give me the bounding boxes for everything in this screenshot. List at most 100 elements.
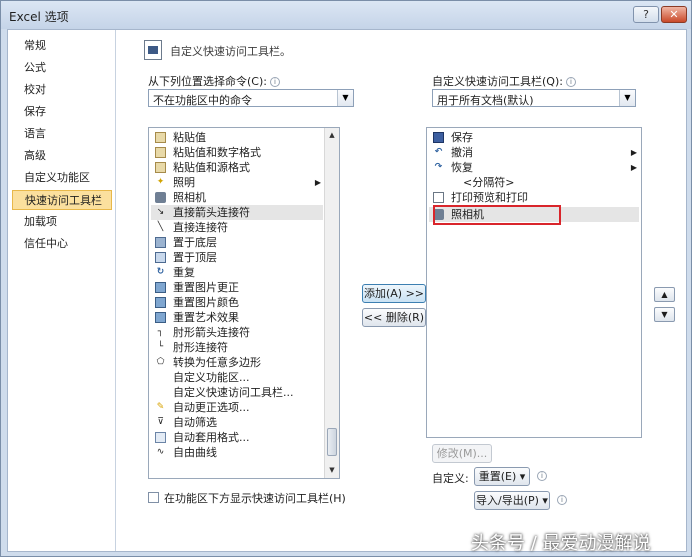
section-header: 自定义快速访问工具栏。 xyxy=(170,45,291,58)
line-connector-icon: ╲ xyxy=(157,222,164,232)
freeform-curve-icon: ∿ xyxy=(156,447,165,457)
reset-button[interactable]: 重置(E) ▾ xyxy=(474,467,530,486)
list-item[interactable]: 保存 xyxy=(429,130,639,145)
submenu-arrow-icon: ▶ xyxy=(630,148,637,157)
list-item[interactable]: <分隔符> xyxy=(429,175,639,190)
list-item[interactable]: 重置图片更正 xyxy=(151,280,323,295)
list-item[interactable]: └ 肘形连接符 xyxy=(151,340,323,355)
print-preview-icon xyxy=(433,192,444,203)
sidebar-item-advanced[interactable]: 高级 xyxy=(12,146,112,166)
autocorrect-icon: ✎ xyxy=(156,402,165,412)
list-item[interactable]: 重置艺术效果 xyxy=(151,310,323,325)
show-below-ribbon-checkbox[interactable] xyxy=(148,492,159,503)
info-icon: i xyxy=(269,77,280,87)
list-item[interactable]: 照相机 xyxy=(151,190,323,205)
vertical-scrollbar[interactable]: ▲ ▼ xyxy=(324,128,339,478)
arrow-connector-icon: ↘ xyxy=(156,207,165,217)
sidebar-item-quick-access-toolbar[interactable]: 快速访问工具栏 xyxy=(12,190,112,210)
list-item[interactable]: 自定义快速访问工具栏... xyxy=(151,385,323,400)
list-item[interactable]: 置于顶层 xyxy=(151,250,323,265)
list-item[interactable]: 粘贴值 xyxy=(151,130,323,145)
choose-commands-label: 从下列位置选择命令(C): i xyxy=(148,73,280,89)
title-bar: Excel 选项 ? ✕ xyxy=(1,1,691,29)
watermark-text: 头条号 / 最爱动漫解说 xyxy=(471,533,651,554)
move-up-button[interactable]: ▲ xyxy=(654,287,675,302)
submenu-arrow-icon: ▶ xyxy=(314,178,321,187)
chevron-down-icon: ▼ xyxy=(337,90,353,106)
scroll-down-icon[interactable]: ▼ xyxy=(325,463,339,478)
elbow-arrow-icon: ┐ xyxy=(157,327,164,337)
dialog-content: 常规 公式 校对 保存 语言 高级 自定义功能区 快速访问工具栏 加载项 信任中… xyxy=(7,29,687,552)
sidebar-item-save[interactable]: 保存 xyxy=(12,102,112,122)
autoformat-icon xyxy=(155,432,166,443)
reset-color-icon xyxy=(155,297,166,308)
sidebar-item-general[interactable]: 常规 xyxy=(12,36,112,56)
list-item[interactable]: ┐ 肘形箭头连接符 xyxy=(151,325,323,340)
reset-art-icon xyxy=(155,312,166,323)
import-export-button[interactable]: 导入/导出(P) ▾ xyxy=(474,491,550,510)
submenu-arrow-icon: ▶ xyxy=(630,163,637,172)
customize-qat-combo[interactable]: 用于所有文档(默认) ▼ xyxy=(432,89,636,107)
camera-highlight-box xyxy=(433,205,561,225)
info-icon: i xyxy=(557,495,567,505)
lighting-icon: ✦ xyxy=(156,177,165,187)
customize-qat-value: 用于所有文档(默认) xyxy=(437,94,534,107)
list-item[interactable]: 粘贴值和数字格式 xyxy=(151,145,323,160)
list-item[interactable]: ↘ 直接箭头连接符 xyxy=(151,205,323,220)
list-item[interactable]: ✦ 照明 ▶ xyxy=(151,175,323,190)
sidebar-item-customize-ribbon[interactable]: 自定义功能区 xyxy=(12,168,112,188)
reset-picture-icon xyxy=(155,282,166,293)
paste-icon xyxy=(155,162,166,173)
list-item[interactable]: ↶ 撤消 ▶ xyxy=(429,145,639,160)
list-item[interactable]: ↻ 重复 xyxy=(151,265,323,280)
show-below-ribbon-label: 在功能区下方显示快速访问工具栏(H) xyxy=(164,492,346,505)
help-button[interactable]: ? xyxy=(633,6,659,23)
list-item[interactable]: 打印预览和打印 xyxy=(429,190,639,205)
send-back-icon xyxy=(155,237,166,248)
list-item[interactable]: ↷ 恢复 ▶ xyxy=(429,160,639,175)
paste-icon xyxy=(155,147,166,158)
redo-icon: ↷ xyxy=(434,162,443,172)
list-item[interactable]: 置于底层 xyxy=(151,235,323,250)
repeat-icon: ↻ xyxy=(156,267,165,277)
scroll-up-icon[interactable]: ▲ xyxy=(325,128,339,143)
list-item[interactable]: 粘贴值和源格式 xyxy=(151,160,323,175)
move-down-button[interactable]: ▼ xyxy=(654,307,675,322)
options-sidebar: 常规 公式 校对 保存 语言 高级 自定义功能区 快速访问工具栏 加载项 信任中… xyxy=(8,30,116,551)
modify-button[interactable]: 修改(M)... xyxy=(432,444,492,463)
sidebar-item-trust-center[interactable]: 信任中心 xyxy=(12,234,112,254)
elbow-connector-icon: └ xyxy=(157,342,164,352)
sidebar-item-language[interactable]: 语言 xyxy=(12,124,112,144)
add-button[interactable]: 添加(A) >> xyxy=(362,284,426,303)
list-item[interactable]: ╲ 直接连接符 xyxy=(151,220,323,235)
list-item[interactable]: 重置图片颜色 xyxy=(151,295,323,310)
sidebar-item-proofing[interactable]: 校对 xyxy=(12,80,112,100)
qat-settings-panel: 自定义快速访问工具栏。 从下列位置选择命令(C): i 不在功能区中的命令 ▼ 粘… xyxy=(120,30,686,551)
list-item[interactable]: ∿ 自由曲线 xyxy=(151,445,323,460)
list-item[interactable]: ⊽ 自动筛选 xyxy=(151,415,323,430)
toolbar-settings-icon xyxy=(144,40,162,60)
filter-icon: ⊽ xyxy=(157,417,164,427)
list-item[interactable]: 自动套用格式... xyxy=(151,430,323,445)
list-item[interactable]: ⬠ 转换为任意多边形 xyxy=(151,355,323,370)
info-icon: i xyxy=(565,77,576,87)
chevron-down-icon: ▼ xyxy=(619,90,635,106)
excel-options-dialog: Excel 选项 ? ✕ 常规 公式 校对 保存 语言 高级 自定义功能区 快速… xyxy=(0,0,692,557)
toolbar-commands-list[interactable]: 保存 ↶ 撤消 ▶ ↷ 恢复 ▶ <分隔符> 打印预览和打印 照相机 xyxy=(426,127,642,438)
sidebar-item-formulas[interactable]: 公式 xyxy=(12,58,112,78)
customize-qat-label: 自定义快速访问工具栏(Q): i xyxy=(432,73,576,89)
remove-button[interactable]: << 删除(R) xyxy=(362,308,426,327)
undo-icon: ↶ xyxy=(434,147,443,157)
dialog-title: Excel 选项 xyxy=(9,10,69,24)
choose-commands-value: 不在功能区中的命令 xyxy=(153,94,252,107)
list-item[interactable]: 自定义功能区... xyxy=(151,370,323,385)
list-item[interactable]: ✎ 自动更正选项... xyxy=(151,400,323,415)
close-button[interactable]: ✕ xyxy=(661,6,687,23)
paste-icon xyxy=(155,132,166,143)
available-commands-list[interactable]: 粘贴值 粘贴值和数字格式 粘贴值和源格式 ✦ 照明 ▶ 照相机 ↘ 直接箭头连接符 ╲… xyxy=(148,127,340,479)
info-icon: i xyxy=(537,471,547,481)
bring-front-icon xyxy=(155,252,166,263)
scroll-thumb[interactable] xyxy=(327,428,337,456)
sidebar-item-add-ins[interactable]: 加载项 xyxy=(12,212,112,232)
choose-commands-combo[interactable]: 不在功能区中的命令 ▼ xyxy=(148,89,354,107)
